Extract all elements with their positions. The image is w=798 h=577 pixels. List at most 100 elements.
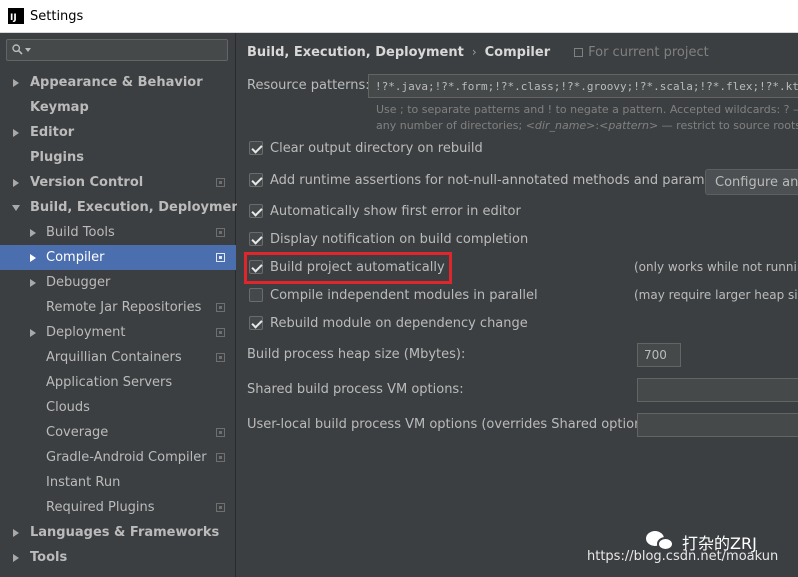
sidebar-item-label: Tools xyxy=(30,550,68,565)
sidebar-item-label: Instant Run xyxy=(46,475,121,490)
resource-patterns-value: !?*.java;!?*.form;!?*.class;!?*.groovy;!… xyxy=(375,79,798,93)
sidebar-item-application-servers[interactable]: Application Servers xyxy=(0,370,236,395)
checkbox-checked[interactable] xyxy=(249,316,263,330)
breadcrumb: Build, Execution, Deployment › Compiler … xyxy=(247,43,709,61)
expand-arrow-icon[interactable] xyxy=(13,553,19,562)
window-title: Settings xyxy=(30,8,84,24)
sidebar-item-appearance-behavior[interactable]: Appearance & Behavior xyxy=(0,70,236,95)
expand-arrow-icon[interactable] xyxy=(13,178,19,187)
sidebar-item-label: Editor xyxy=(30,125,75,140)
user-local-vm-options-input[interactable] xyxy=(637,413,798,437)
project-scope-icon xyxy=(574,47,584,57)
heap-size-input[interactable]: 700 xyxy=(637,343,681,367)
sidebar-item-label: Debugger xyxy=(46,275,111,290)
project-scope-icon xyxy=(216,503,225,512)
sidebar-item-label: Clouds xyxy=(46,400,90,415)
option-rebuild-on-dependency-change[interactable]: Rebuild module on dependency change xyxy=(249,313,528,333)
sidebar-item-arquillian-containers[interactable]: Arquillian Containers xyxy=(0,345,236,370)
option-add-runtime-assertions[interactable]: Add runtime assertions for not-null-anno… xyxy=(249,170,738,190)
project-scope-icon xyxy=(216,353,225,362)
option-label: Display notification on build completion xyxy=(270,231,529,247)
sidebar-item-label: Coverage xyxy=(46,425,109,440)
intellij-logo-icon: IJ xyxy=(8,8,24,24)
project-scope-icon xyxy=(216,253,225,262)
sidebar-item-remote-jar-repositories[interactable]: Remote Jar Repositories xyxy=(0,295,236,320)
hint-text: any number of directories; xyxy=(376,119,526,132)
sidebar-item-build-tools[interactable]: Build Tools xyxy=(0,220,236,245)
expand-arrow-icon[interactable] xyxy=(13,528,19,537)
option-label: Rebuild module on dependency change xyxy=(270,315,528,331)
user-local-vm-options-label: User-local build process VM options (ove… xyxy=(247,417,659,432)
option-clear-output-directory[interactable]: Clear output directory on rebuild xyxy=(249,138,483,158)
breadcrumb-parent: Build, Execution, Deployment xyxy=(247,44,464,60)
resource-patterns-input[interactable]: !?*.java;!?*.form;!?*.class;!?*.groovy;!… xyxy=(368,74,798,98)
compiler-settings-panel: Build, Execution, Deployment › Compiler … xyxy=(237,33,798,577)
option-label: Compile independent modules in parallel xyxy=(270,287,538,303)
sidebar-item-deployment[interactable]: Deployment xyxy=(0,320,236,345)
annotation-highlight-box xyxy=(244,252,452,284)
option-label: Clear output directory on rebuild xyxy=(270,140,483,156)
sidebar-item-label: Build, Execution, Deployment xyxy=(30,200,247,215)
breadcrumb-separator-icon: › xyxy=(471,45,477,59)
search-options-chevron-icon[interactable] xyxy=(25,48,31,52)
sidebar-item-required-plugins[interactable]: Required Plugins xyxy=(0,495,236,520)
expand-arrow-icon[interactable] xyxy=(13,78,19,87)
project-scope-icon xyxy=(216,303,225,312)
sidebar-item-compiler[interactable]: Compiler xyxy=(0,245,236,270)
scope-note-text: For current project xyxy=(588,44,709,60)
option-display-build-notification[interactable]: Display notification on build completion xyxy=(249,229,528,249)
option-compile-modules-parallel[interactable]: Compile independent modules in parallel xyxy=(249,285,538,305)
scope-note: For current project xyxy=(574,45,709,60)
expand-arrow-icon[interactable] xyxy=(30,253,36,262)
sidebar-item-gradle-android-compiler[interactable]: Gradle-Android Compiler xyxy=(0,445,236,470)
resource-patterns-hint-line1: Use ; to separate patterns and ! to nega… xyxy=(376,103,798,116)
sidebar-item-label: Languages & Frameworks xyxy=(30,525,220,540)
sidebar-item-instant-run[interactable]: Instant Run xyxy=(0,470,236,495)
sidebar-item-version-control[interactable]: Version Control xyxy=(0,170,236,195)
watermark-url: https://blog.csdn.net/moakun xyxy=(587,549,779,564)
sidebar-item-editor[interactable]: Editor xyxy=(0,120,236,145)
configure-annotations-button[interactable]: Configure anno xyxy=(705,169,798,195)
sidebar-item-label: Application Servers xyxy=(46,375,173,390)
project-scope-icon xyxy=(216,428,225,437)
sidebar-item-label: Appearance & Behavior xyxy=(30,75,203,90)
expand-arrow-icon[interactable] xyxy=(13,128,19,137)
collapse-arrow-icon[interactable] xyxy=(12,204,20,211)
checkbox-unchecked[interactable] xyxy=(249,288,263,302)
sidebar-item-build-execution-deployment[interactable]: Build, Execution, Deployment xyxy=(0,195,247,220)
sidebar-item-clouds[interactable]: Clouds xyxy=(0,395,236,420)
parallel-compile-note: (may require larger heap siz xyxy=(634,288,798,302)
project-scope-icon xyxy=(216,453,225,462)
sidebar-item-label: Deployment xyxy=(46,325,126,340)
expand-arrow-icon[interactable] xyxy=(30,278,36,287)
sidebar-item-debugger[interactable]: Debugger xyxy=(0,270,236,295)
checkbox-checked[interactable] xyxy=(249,141,263,155)
hint-placeholder-pattern: <pattern> xyxy=(599,119,659,132)
sidebar-item-label: Keymap xyxy=(30,100,89,115)
option-show-first-error[interactable]: Automatically show first error in editor xyxy=(249,201,521,221)
expand-arrow-icon[interactable] xyxy=(30,228,36,237)
sidebar-item-label: Build Tools xyxy=(46,225,115,240)
expand-arrow-icon[interactable] xyxy=(30,328,36,337)
checkbox-checked[interactable] xyxy=(249,173,263,187)
resource-patterns-label: Resource patterns: xyxy=(247,78,370,93)
shared-vm-options-input[interactable] xyxy=(637,378,798,402)
checkbox-checked[interactable] xyxy=(249,204,263,218)
settings-sidebar: Appearance & Behavior Keymap Editor Plug… xyxy=(0,33,247,577)
checkbox-checked[interactable] xyxy=(249,232,263,246)
hint-placeholder-dir: <dir_name> xyxy=(525,119,596,132)
sidebar-item-label: Required Plugins xyxy=(46,500,155,515)
hint-text: — restrict to source roots with xyxy=(661,119,798,132)
sidebar-item-keymap[interactable]: Keymap xyxy=(0,95,236,120)
sidebar-item-languages-frameworks[interactable]: Languages & Frameworks xyxy=(0,520,236,545)
settings-search-input[interactable] xyxy=(6,39,228,61)
sidebar-item-tools[interactable]: Tools xyxy=(0,545,236,570)
sidebar-item-coverage[interactable]: Coverage xyxy=(0,420,236,445)
sidebar-item-label: Gradle-Android Compiler xyxy=(46,450,207,465)
project-scope-icon xyxy=(216,328,225,337)
search-icon xyxy=(12,44,23,55)
window-titlebar: IJ Settings xyxy=(0,0,798,33)
option-label: Automatically show first error in editor xyxy=(270,203,521,219)
sidebar-item-plugins[interactable]: Plugins xyxy=(0,145,236,170)
project-scope-icon xyxy=(216,178,225,187)
